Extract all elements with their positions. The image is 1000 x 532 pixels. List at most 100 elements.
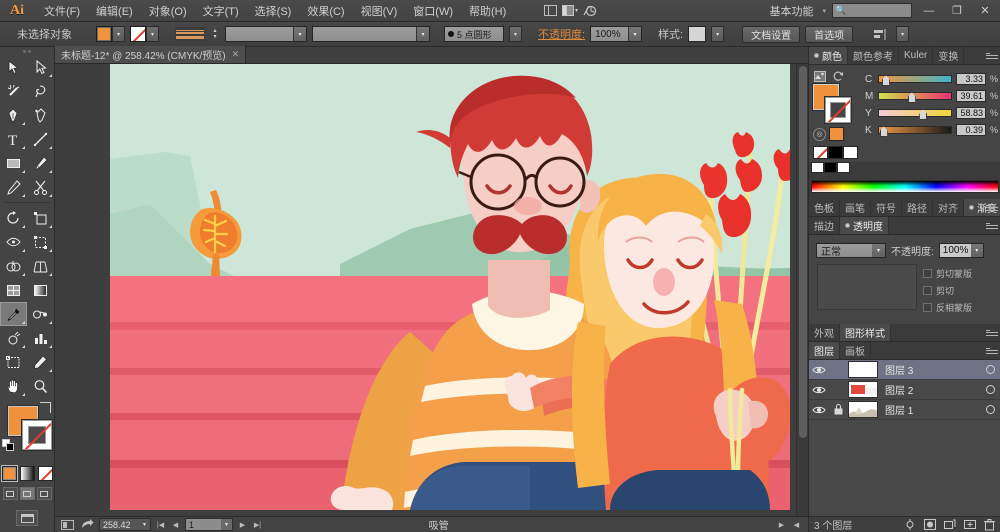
default-fill-stroke-icon[interactable] [2, 439, 15, 452]
gradient-mode-button[interactable] [19, 466, 35, 481]
line-segment-tool[interactable] [27, 127, 54, 151]
clip-checkbox-row[interactable]: 剪切蒙版 [923, 267, 972, 280]
style-chevron-down-icon[interactable]: ▾ [711, 26, 725, 42]
artboard-number-chevron-down-icon[interactable]: ▾ [221, 519, 232, 530]
tab-layers[interactable]: 图层 [809, 342, 840, 359]
artboard[interactable] [110, 64, 790, 510]
brush-definition-select[interactable]: ▾ [312, 26, 430, 42]
black-value[interactable]: 0.39 [956, 124, 986, 136]
prev-artboard-button[interactable]: ◀ [170, 521, 181, 529]
tab-brushes[interactable]: 画笔 [840, 199, 871, 216]
isolate-blending-checkbox-row[interactable]: 反相蒙版 [923, 301, 972, 314]
tab-kuler[interactable]: Kuler [899, 47, 934, 64]
blend-mode-chevron-down-icon[interactable]: ▾ [872, 244, 885, 257]
spectrum-none-swatch[interactable] [811, 162, 824, 173]
panel-opacity-chevron-down-icon[interactable]: ▾ [970, 244, 983, 257]
width-profile-chevron-down-icon[interactable]: ▾ [509, 26, 522, 42]
free-transform-tool[interactable] [27, 230, 54, 254]
spectrum-black-swatch[interactable] [824, 162, 837, 173]
stroke-weight-input[interactable]: ▾ [225, 26, 307, 42]
transparency-panel-menu-icon[interactable] [986, 220, 998, 231]
current-tool-label[interactable]: 吸管 [429, 517, 449, 532]
none-mode-button[interactable] [37, 466, 53, 481]
last-used-color-swatch[interactable] [829, 127, 844, 141]
menu-help[interactable]: 帮助(H) [461, 0, 514, 22]
black-slider[interactable] [878, 126, 952, 137]
stroke-swatch-group[interactable]: ▾ [130, 26, 159, 42]
width-tool[interactable] [0, 230, 27, 254]
opacity-label[interactable]: 不透明度: [538, 26, 585, 42]
magenta-slider-thumb[interactable] [907, 92, 916, 103]
clip-checkbox[interactable] [923, 269, 932, 278]
color-panel-menu-icon[interactable] [986, 50, 998, 61]
lasso-tool[interactable] [27, 79, 54, 103]
isolate-blending-checkbox[interactable] [923, 303, 932, 312]
align-icon[interactable] [871, 26, 891, 42]
selection-tool[interactable] [0, 55, 27, 79]
workspace-selector[interactable]: 基本功能 [766, 3, 816, 19]
fill-swatch-group[interactable]: ▾ [96, 26, 125, 42]
swap-fill-stroke-icon[interactable] [40, 402, 51, 413]
vertical-scroll-thumb[interactable] [799, 66, 807, 438]
scale-tool[interactable] [27, 206, 54, 230]
layer-lock-toggle[interactable] [830, 404, 846, 415]
bridge-icon[interactable] [540, 3, 560, 19]
eyedropper-tool[interactable] [0, 302, 27, 326]
locate-object-icon[interactable] [903, 518, 916, 531]
black-color-swatch[interactable] [828, 146, 843, 159]
fill-color-swatch[interactable] [96, 26, 112, 42]
invert-mask-checkbox-row[interactable]: 剪切 [923, 284, 972, 297]
rotate-tool[interactable] [0, 206, 27, 230]
black-slider-thumb[interactable] [879, 126, 888, 137]
color-mode-button[interactable] [0, 465, 18, 482]
color-panel-stroke-swatch[interactable] [825, 97, 851, 123]
gradient-tool[interactable] [27, 278, 54, 302]
zoom-chevron-down-icon[interactable]: ▾ [139, 519, 150, 530]
transparency-thumbnail[interactable] [817, 264, 917, 310]
menu-edit[interactable]: 编辑(E) [88, 0, 141, 22]
scissors-tool[interactable] [27, 175, 54, 199]
layer-name[interactable]: 图层 1 [880, 402, 977, 417]
menu-select[interactable]: 选择(S) [247, 0, 300, 22]
last-artboard-button[interactable]: ▶| [252, 521, 263, 529]
stroke-weight-stepper[interactable]: ▴ ▾ [210, 26, 220, 42]
stroke-weight-preview-icon[interactable] [175, 27, 205, 41]
fill-chevron-down-icon[interactable]: ▾ [112, 26, 125, 42]
mesh-tool[interactable] [0, 278, 27, 302]
perspective-grid-tool[interactable] [27, 254, 54, 278]
tab-artboards[interactable]: 画板 [840, 342, 871, 359]
cyan-slider[interactable] [878, 75, 952, 86]
panel-opacity-input[interactable]: 100% ▾ [938, 243, 984, 258]
opacity-input[interactable]: 100% ▾ [590, 26, 643, 42]
curvature-tool[interactable] [27, 103, 54, 127]
layer-visibility-icon[interactable] [809, 365, 828, 375]
tab-stroke[interactable]: 描边 [809, 217, 840, 234]
menu-view[interactable]: 视图(V) [353, 0, 406, 22]
rectangle-tool[interactable] [0, 151, 27, 175]
create-sublayer-icon[interactable] [943, 518, 956, 531]
screen-mode-full[interactable] [36, 487, 52, 500]
stock-icon[interactable] [580, 3, 600, 19]
status-collapse-icon[interactable]: ◀ [791, 521, 802, 529]
next-artboard-button[interactable]: ▶ [237, 521, 248, 529]
minimize-button[interactable]: — [918, 2, 940, 20]
tab-transform[interactable]: 变换 [933, 47, 965, 64]
tab-swatches[interactable]: 色板 [809, 199, 840, 216]
slice-tool[interactable] [27, 350, 54, 374]
screen-mode-full-menu[interactable] [19, 487, 35, 500]
none-color-swatch[interactable] [813, 146, 828, 159]
symbol-sprayer-tool[interactable] [0, 326, 27, 350]
artboard-tool[interactable] [0, 350, 27, 374]
preferences-button[interactable]: 首选项 [805, 25, 854, 43]
zoom-tool[interactable] [27, 374, 54, 398]
paintbrush-tool[interactable] [27, 151, 54, 175]
spectrum-white-swatch[interactable] [837, 162, 850, 173]
menu-window[interactable]: 窗口(W) [405, 0, 461, 22]
color-spectrum-bar[interactable] [811, 180, 999, 193]
layer-visibility-icon[interactable] [809, 405, 828, 415]
arrange-documents-icon[interactable] [560, 3, 580, 19]
pen-tool[interactable] [0, 103, 27, 127]
toolbar-stroke-swatch[interactable] [22, 420, 52, 450]
magic-wand-tool[interactable] [0, 79, 27, 103]
tab-appearance[interactable]: 外观 [809, 324, 840, 341]
